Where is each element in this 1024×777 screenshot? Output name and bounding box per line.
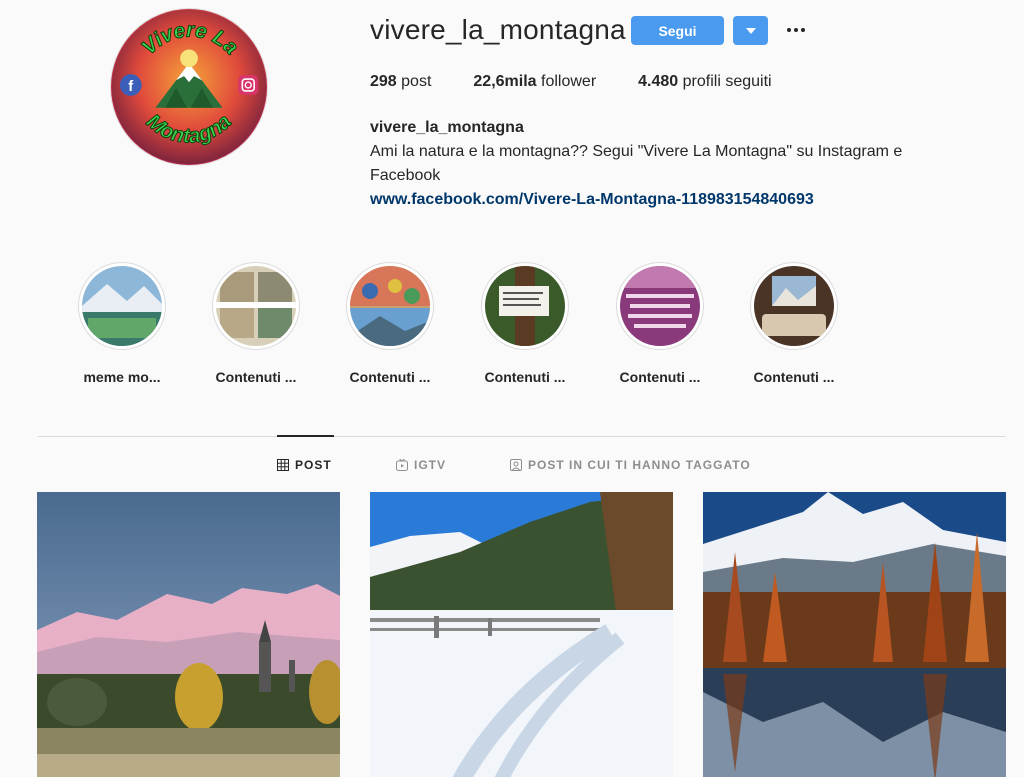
highlight-cover (346, 262, 434, 350)
followers-count[interactable]: 22,6mila follower (473, 73, 596, 91)
post-image (370, 492, 673, 777)
highlight-cover (750, 262, 838, 350)
tab-posts[interactable]: POST (277, 458, 332, 472)
tab-tagged[interactable]: POST IN CUI TI HANNO TAGGATO (510, 458, 751, 472)
igtv-icon (396, 459, 408, 471)
avatar-logo: f Vivere La Montagna (111, 9, 267, 165)
highlight-label: Contenuti ... (619, 369, 701, 385)
highlight-item[interactable]: Contenuti ... (320, 262, 460, 385)
post-thumbnail[interactable] (370, 492, 673, 777)
bio-name: vivere_la_montagna (370, 119, 524, 136)
dot-icon (787, 28, 791, 32)
tab-igtv[interactable]: IGTV (396, 458, 446, 472)
profile-bio: vivere_la_montagna Ami la natura e la mo… (370, 116, 970, 212)
following-count[interactable]: 4.480 profili seguiti (638, 73, 771, 91)
grid-icon (277, 459, 289, 471)
post-image (37, 492, 340, 777)
highlight-label: Contenuti ... (484, 369, 566, 385)
highlight-label: Contenuti ... (753, 369, 835, 385)
highlight-item[interactable]: meme mo... (52, 262, 192, 385)
more-options-button[interactable] (784, 20, 808, 40)
tabs-divider (38, 436, 1006, 437)
follow-button[interactable]: Segui (631, 16, 724, 45)
highlight-label: Contenuti ... (349, 369, 431, 385)
highlight-label: Contenuti ... (215, 369, 297, 385)
svg-text:f: f (128, 79, 133, 95)
highlight-cover (481, 262, 569, 350)
suggested-accounts-button[interactable] (733, 16, 768, 45)
highlight-item[interactable]: Contenuti ... (186, 262, 326, 385)
tagged-icon (510, 459, 522, 471)
highlight-item[interactable]: Contenuti ... (455, 262, 595, 385)
highlight-cover (616, 262, 704, 350)
profile-avatar[interactable]: f Vivere La Montagna (110, 8, 268, 166)
highlight-cover (78, 262, 166, 350)
dot-icon (794, 28, 798, 32)
profile-username: vivere_la_montagna (370, 14, 626, 45)
dot-icon (801, 28, 805, 32)
bio-link[interactable]: www.facebook.com/Vivere-La-Montagna-1189… (370, 191, 814, 208)
highlight-cover (212, 262, 300, 350)
post-thumbnail[interactable] (703, 492, 1006, 777)
bio-text: Ami la natura e la montagna?? Segui "Viv… (370, 143, 903, 184)
post-thumbnail[interactable] (37, 492, 340, 777)
post-image (703, 492, 1006, 777)
posts-count: 298 post (370, 73, 432, 90)
highlight-item[interactable]: Contenuti ... (590, 262, 730, 385)
chevron-down-icon (745, 27, 756, 34)
profile-stats: 298 post 22,6mila follower 4.480 profili… (370, 73, 814, 91)
highlight-label: meme mo... (83, 369, 161, 385)
highlight-item[interactable]: Contenuti ... (724, 262, 864, 385)
active-tab-indicator (277, 435, 334, 437)
